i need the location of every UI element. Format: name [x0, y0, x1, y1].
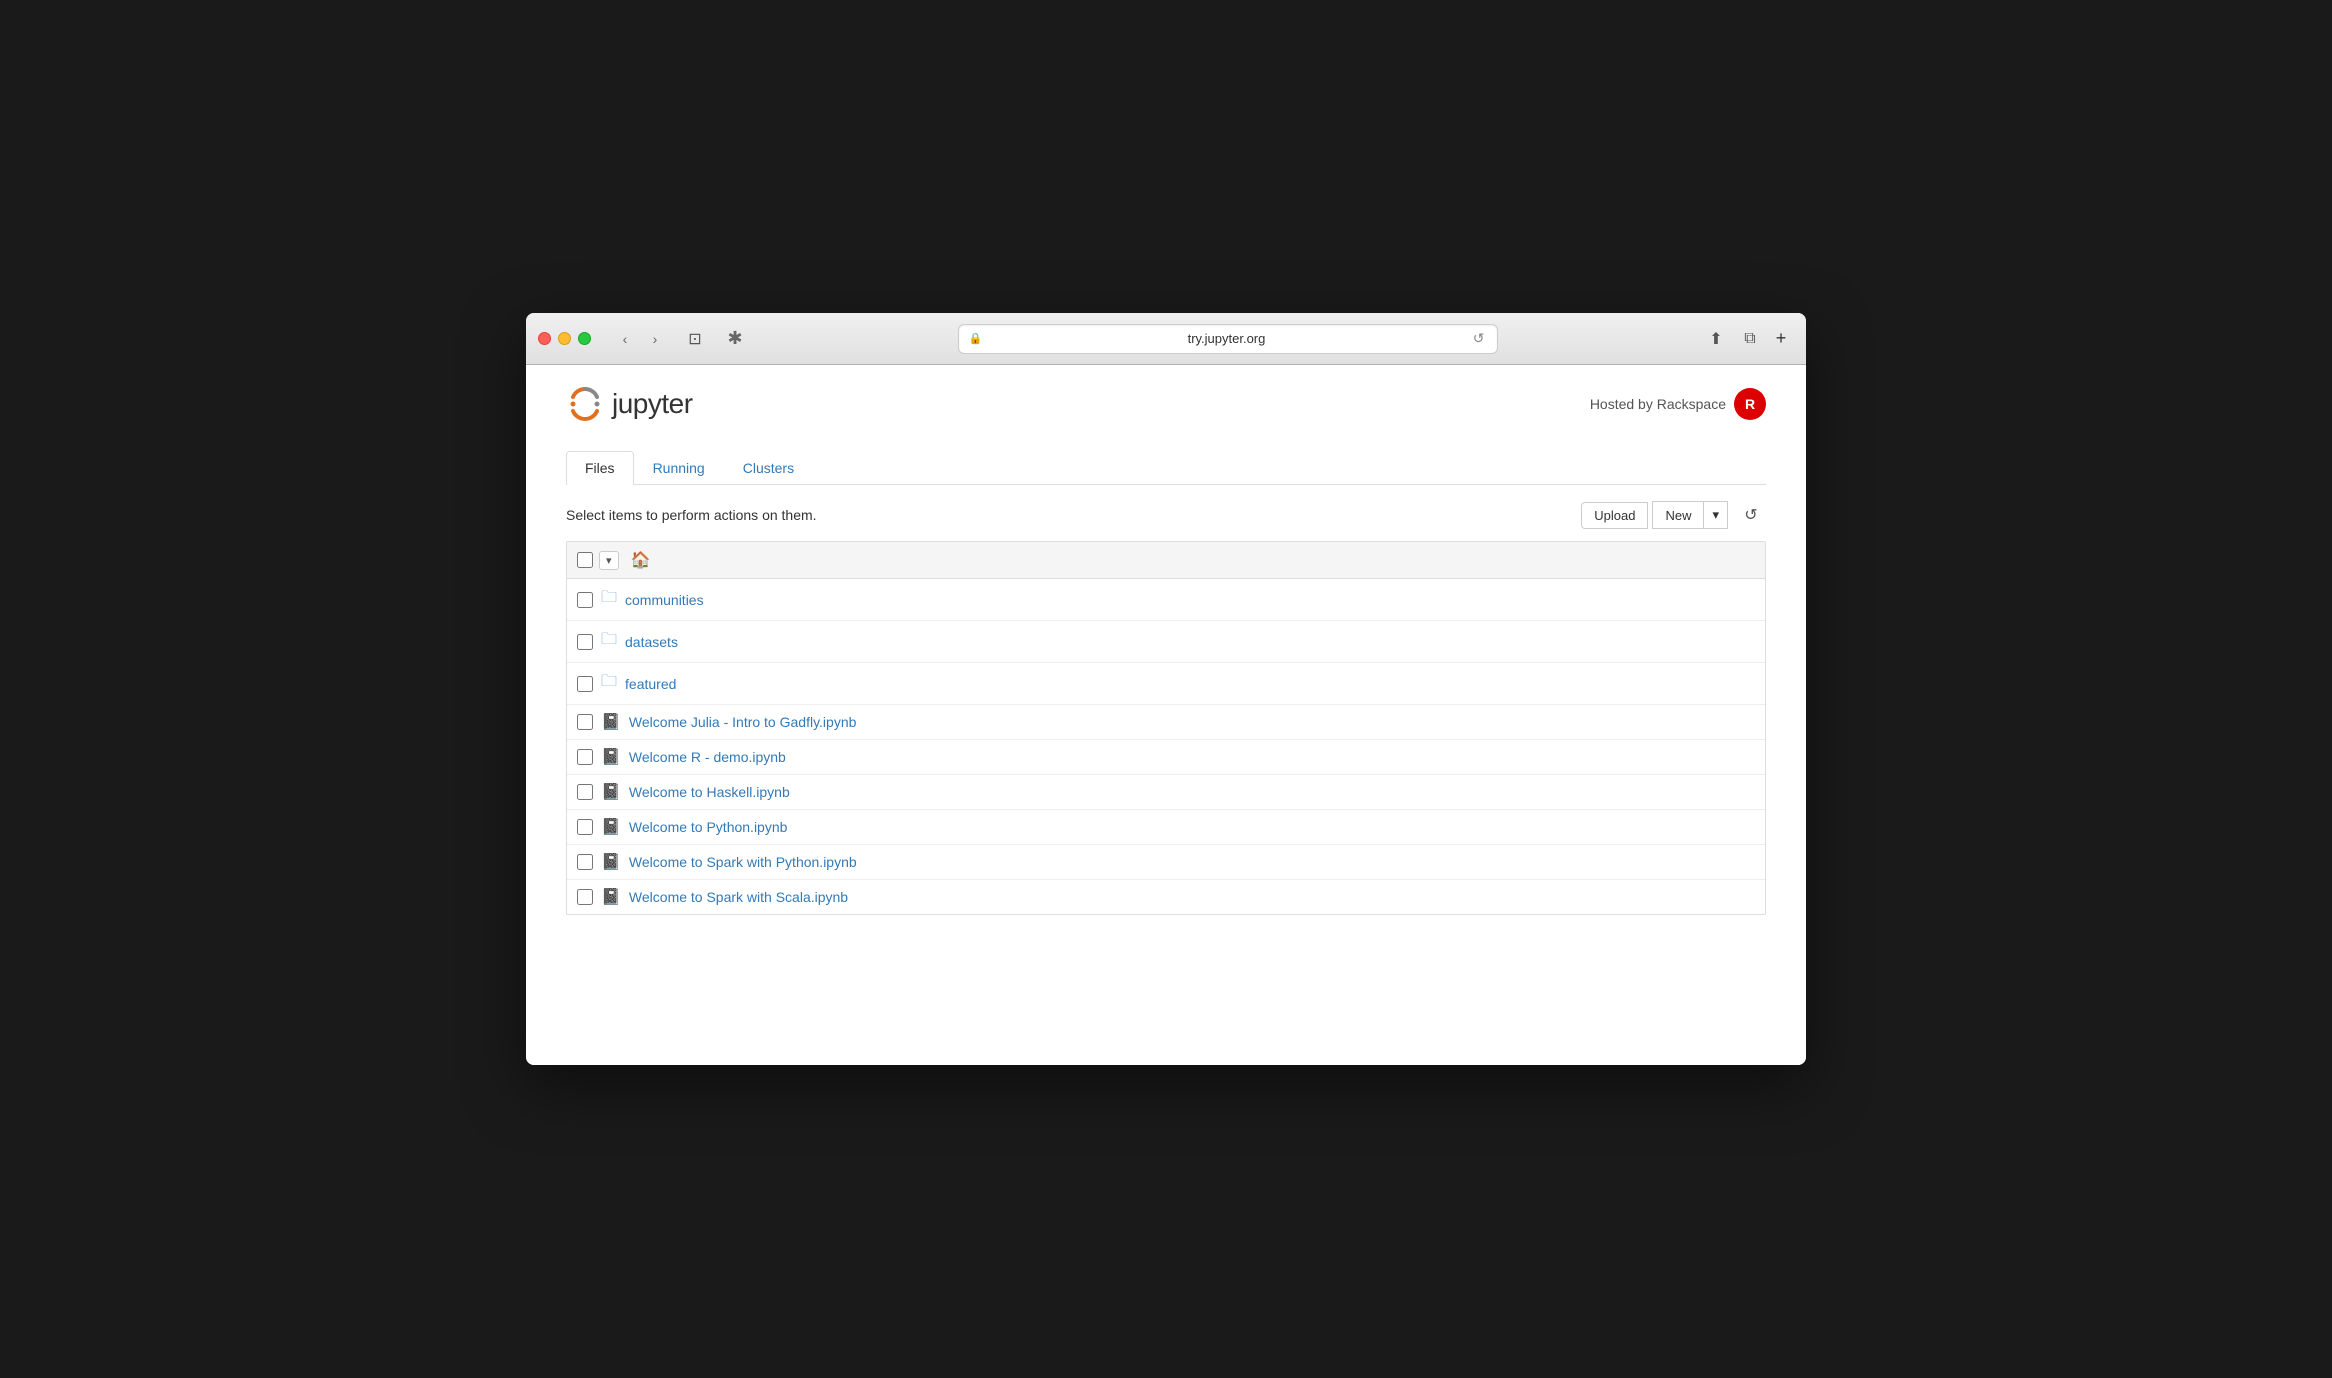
- reload-icon: ↺: [1473, 330, 1485, 346]
- list-item[interactable]: 📓 Welcome to Python.ipynb: [567, 810, 1765, 845]
- new-tab-icon: ⧉: [1744, 330, 1755, 348]
- file-name[interactable]: Welcome to Python.ipynb: [629, 819, 788, 835]
- notebook-icon: 📓: [601, 782, 621, 802]
- rackspace-logo: R: [1734, 388, 1766, 420]
- toolbar-actions: Upload New ▾ ↺: [1581, 501, 1766, 529]
- list-item[interactable]: 📓 Welcome R - demo.ipynb: [567, 740, 1765, 775]
- titlebar-right: ⬆ ⧉ +: [1702, 325, 1794, 353]
- back-icon: ‹: [623, 331, 628, 347]
- file-name[interactable]: datasets: [625, 634, 678, 650]
- titlebar: ‹ › ⊡ ✱ 🔒 try.jupyter.org ↺ ⬆: [526, 313, 1806, 365]
- page-content: jupyter Hosted by Rackspace R Files Runn…: [526, 365, 1806, 1065]
- close-button[interactable]: [538, 332, 551, 345]
- maximize-button[interactable]: [578, 332, 591, 345]
- minimize-button[interactable]: [558, 332, 571, 345]
- new-dropdown-button[interactable]: ▾: [1704, 502, 1727, 528]
- tab-running[interactable]: Running: [634, 451, 724, 484]
- new-button-group: New ▾: [1652, 501, 1728, 529]
- header-dropdown-caret: ▾: [606, 555, 612, 567]
- extension-button[interactable]: ✱: [717, 325, 753, 353]
- file-checkbox[interactable]: [577, 784, 593, 800]
- header-dropdown-button[interactable]: ▾: [599, 551, 619, 570]
- forward-button[interactable]: ›: [641, 325, 669, 353]
- notebook-icon: 📓: [601, 712, 621, 732]
- caret-icon: ▾: [1712, 507, 1719, 522]
- refresh-button[interactable]: ↺: [1736, 501, 1766, 529]
- file-checkbox[interactable]: [577, 889, 593, 905]
- tab-files[interactable]: Files: [566, 451, 634, 485]
- jupyter-logo-text: jupyter: [612, 388, 693, 420]
- file-list-container: ▾ 🏠 🗀 communities 🗀 datasets 🗀 fea: [566, 541, 1766, 915]
- upload-button[interactable]: Upload: [1581, 502, 1648, 529]
- tab-overview-icon: ⊡: [688, 329, 701, 349]
- jupyter-logo-icon: [566, 385, 604, 423]
- file-name[interactable]: featured: [625, 676, 676, 692]
- notebook-icon: 📓: [601, 817, 621, 837]
- notebook-icon: 📓: [601, 852, 621, 872]
- select-items-text: Select items to perform actions on them.: [566, 507, 817, 523]
- toolbar-row: Select items to perform actions on them.…: [566, 501, 1766, 529]
- file-name[interactable]: Welcome to Haskell.ipynb: [629, 784, 790, 800]
- hosted-by: Hosted by Rackspace R: [1590, 388, 1766, 420]
- file-name[interactable]: Welcome Julia - Intro to Gadfly.ipynb: [629, 714, 856, 730]
- back-button[interactable]: ‹: [611, 325, 639, 353]
- forward-icon: ›: [653, 331, 658, 347]
- traffic-lights: [538, 332, 591, 345]
- file-checkbox[interactable]: [577, 676, 593, 692]
- tab-clusters[interactable]: Clusters: [724, 451, 813, 484]
- list-item[interactable]: 📓 Welcome Julia - Intro to Gadfly.ipynb: [567, 705, 1765, 740]
- list-item[interactable]: 📓 Welcome to Haskell.ipynb: [567, 775, 1765, 810]
- hosted-by-text: Hosted by Rackspace: [1590, 396, 1726, 412]
- add-tab-icon: +: [1776, 328, 1787, 349]
- jupyter-logo: jupyter: [566, 385, 693, 423]
- home-icon: 🏠: [631, 552, 651, 569]
- share-button[interactable]: ⬆: [1702, 325, 1730, 353]
- list-item[interactable]: 📓 Welcome to Spark with Python.ipynb: [567, 845, 1765, 880]
- file-checkbox[interactable]: [577, 819, 593, 835]
- new-button[interactable]: New: [1653, 502, 1704, 528]
- new-tab-button[interactable]: ⧉: [1736, 325, 1764, 353]
- file-name[interactable]: communities: [625, 592, 704, 608]
- notebook-icon: 📓: [601, 747, 621, 767]
- share-icon: ⬆: [1709, 329, 1722, 349]
- file-list-header: ▾ 🏠: [567, 542, 1765, 579]
- list-item[interactable]: 📓 Welcome to Spark with Scala.ipynb: [567, 880, 1765, 914]
- extension-icon: ✱: [727, 328, 742, 349]
- browser-window: ‹ › ⊡ ✱ 🔒 try.jupyter.org ↺ ⬆: [526, 313, 1806, 1065]
- jupyter-header: jupyter Hosted by Rackspace R: [566, 385, 1766, 433]
- file-checkbox[interactable]: [577, 634, 593, 650]
- address-bar[interactable]: 🔒 try.jupyter.org ↺: [958, 324, 1498, 354]
- notebook-icon: 📓: [601, 887, 621, 907]
- file-name[interactable]: Welcome to Spark with Scala.ipynb: [629, 889, 848, 905]
- list-item[interactable]: 🗀 datasets: [567, 621, 1765, 663]
- lock-icon: 🔒: [969, 332, 983, 345]
- folder-icon: 🗀: [601, 670, 617, 697]
- file-checkbox[interactable]: [577, 749, 593, 765]
- folder-icon: 🗀: [601, 586, 617, 613]
- address-bar-wrapper: 🔒 try.jupyter.org ↺: [761, 324, 1694, 354]
- tabs: Files Running Clusters: [566, 451, 1766, 485]
- refresh-icon: ↺: [1744, 505, 1757, 525]
- file-name[interactable]: Welcome R - demo.ipynb: [629, 749, 786, 765]
- list-item[interactable]: 🗀 communities: [567, 579, 1765, 621]
- file-checkbox[interactable]: [577, 714, 593, 730]
- list-item[interactable]: 🗀 featured: [567, 663, 1765, 705]
- file-checkbox[interactable]: [577, 854, 593, 870]
- url-text: try.jupyter.org: [988, 331, 1465, 346]
- select-all-checkbox[interactable]: [577, 552, 593, 568]
- folder-icon: 🗀: [601, 628, 617, 655]
- add-tab-button[interactable]: +: [1770, 328, 1792, 350]
- home-button[interactable]: 🏠: [625, 548, 657, 572]
- file-name[interactable]: Welcome to Spark with Python.ipynb: [629, 854, 857, 870]
- rackspace-initial: R: [1745, 396, 1755, 412]
- nav-buttons: ‹ ›: [611, 325, 669, 353]
- file-checkbox[interactable]: [577, 592, 593, 608]
- tab-overview-button[interactable]: ⊡: [681, 325, 709, 353]
- reload-button[interactable]: ↺: [1471, 328, 1487, 349]
